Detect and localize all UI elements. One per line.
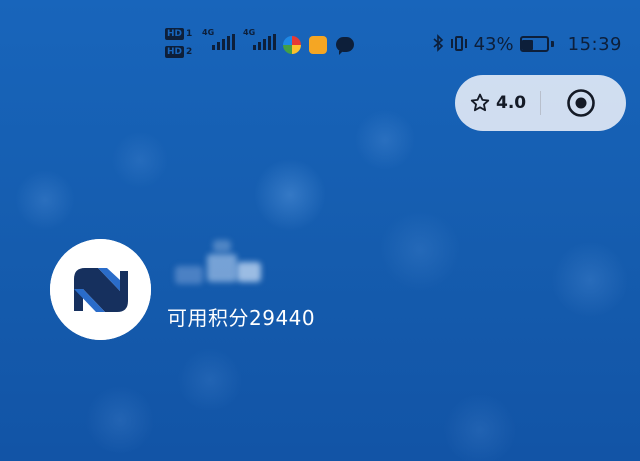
capsule-menu[interactable]: 4.0 bbox=[455, 75, 626, 131]
star-icon bbox=[469, 92, 491, 114]
sim-index: 1 bbox=[186, 29, 193, 39]
bluetooth-icon bbox=[432, 33, 444, 55]
available-points: 可用积分29440 bbox=[167, 306, 316, 330]
battery-icon bbox=[519, 35, 554, 53]
colorful-app-icon bbox=[283, 36, 301, 54]
sim-index: 2 bbox=[186, 47, 193, 57]
target-icon[interactable] bbox=[566, 88, 596, 118]
battery-percent: 43% bbox=[473, 33, 514, 55]
capsule-divider bbox=[540, 91, 541, 115]
sim2-hd-badge: HD 2 bbox=[165, 46, 192, 58]
clock: 15:39 bbox=[567, 33, 622, 55]
blue-background bbox=[0, 0, 640, 461]
orange-app-icon bbox=[309, 36, 327, 54]
rating-button[interactable]: 4.0 bbox=[469, 92, 526, 114]
username-blurred bbox=[175, 240, 270, 290]
avatar[interactable] bbox=[50, 239, 151, 340]
battery-fill bbox=[521, 40, 533, 50]
vibrate-icon bbox=[450, 35, 468, 53]
hd-label: HD bbox=[165, 28, 185, 40]
hd-label: HD bbox=[165, 46, 185, 58]
sim1-hd-badge: HD 1 bbox=[165, 28, 192, 40]
sim-indicators: HD 1 HD 2 bbox=[165, 26, 199, 62]
brand-logo-icon bbox=[50, 239, 151, 340]
rating-value: 4.0 bbox=[496, 93, 527, 113]
chat-bubble-icon bbox=[336, 37, 354, 55]
status-right: 43% 15:39 bbox=[432, 30, 622, 58]
status-bar: HD 1 HD 2 4G 4G 43% 15:39 bbox=[0, 22, 640, 66]
